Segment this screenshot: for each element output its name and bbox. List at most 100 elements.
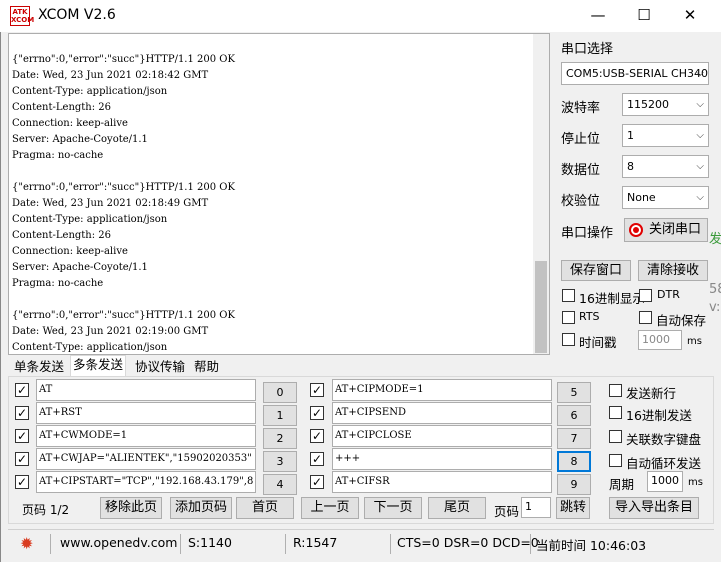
chevron-down-icon: ⌵	[696, 192, 704, 203]
receive-line: {"errno":0,"error":"succ"}HTTP/1.1 200 O…	[12, 310, 235, 321]
receive-line: Connection: keep-alive	[12, 118, 128, 129]
command-checkbox[interactable]: ✓	[310, 383, 324, 397]
command-checkbox[interactable]: ✓	[310, 475, 324, 489]
chevron-down-icon: ⌵	[696, 99, 704, 110]
databits-select[interactable]: 8 ⌵	[622, 155, 709, 178]
command-checkbox[interactable]: ✓	[310, 429, 324, 443]
last-page-button[interactable]: 尾页	[428, 497, 486, 519]
receive-line: {"errno":0,"error":"succ"}HTTP/1.1 200 O…	[12, 182, 235, 193]
command-input[interactable]: AT	[36, 379, 256, 401]
website-link[interactable]: www.openedv.com	[60, 535, 177, 550]
send-command-button[interactable]: 2	[263, 428, 297, 449]
first-page-button[interactable]: 首页	[236, 497, 294, 519]
chevron-down-icon: ⌵	[696, 130, 704, 141]
hex-display-label: 16进制显示	[579, 291, 645, 306]
receive-line: Date: Wed, 23 Jun 2021 02:18:49 GMT	[12, 198, 209, 209]
send-command-button[interactable]: 1	[263, 405, 297, 426]
command-input[interactable]: AT+CIPMODE=1	[332, 379, 552, 401]
tab-single-send[interactable]: 单条发送	[12, 358, 66, 377]
remove-page-button[interactable]: 移除此页	[100, 497, 162, 519]
signal-status: CTS=0 DSR=0 DCD=0	[397, 535, 539, 550]
command-checkbox[interactable]: ✓	[15, 406, 29, 420]
close-port-button[interactable]: 关闭串口	[624, 218, 708, 242]
receive-line: Connection: keep-alive	[12, 246, 128, 257]
received-count: R:1547	[293, 535, 338, 550]
command-checkbox[interactable]: ✓	[310, 452, 324, 466]
prev-page-button[interactable]: 上一页	[301, 497, 359, 519]
send-command-button[interactable]: 5	[557, 382, 591, 403]
command-input[interactable]: AT+CIFSR	[332, 471, 552, 493]
receive-line: Pragma: no-cache	[12, 278, 104, 289]
baud-select[interactable]: 115200 ⌵	[622, 93, 709, 116]
command-input[interactable]: AT+CWJAP="ALIENTEK","15902020353"	[36, 448, 256, 470]
command-input[interactable]: AT+CIPCLOSE	[332, 425, 552, 447]
auto-loop-label: 自动循环发送	[626, 456, 702, 471]
gear-icon[interactable]: ✹	[20, 536, 36, 552]
port-select[interactable]: COM5:USB-SERIAL CH340 ⌵	[561, 62, 709, 85]
goto-page-input[interactable]: 1	[521, 497, 551, 518]
receive-area[interactable]: {"errno":0,"error":"succ"}HTTP/1.1 200 O…	[8, 33, 550, 355]
hex-send-label: 16进制发送	[626, 408, 692, 423]
send-command-button[interactable]: 4	[263, 474, 297, 495]
period-unit: ms	[688, 477, 703, 488]
rts-checkbox[interactable]	[562, 311, 575, 324]
auto-save-checkbox[interactable]	[639, 311, 652, 324]
stopbits-label: 停止位	[561, 132, 601, 147]
send-command-button[interactable]: 8	[557, 451, 591, 472]
send-command-button[interactable]: 0	[263, 382, 297, 403]
title-bar: ATK XCOM XCOM V2.6 — ☐ ✕	[0, 0, 721, 32]
minimize-button[interactable]: —	[575, 0, 621, 32]
add-page-button[interactable]: 添加页码	[170, 497, 232, 519]
stopbits-select[interactable]: 1 ⌵	[622, 124, 709, 147]
receive-line: {"errno":0,"error":"succ"}HTTP/1.1 200 O…	[12, 54, 235, 65]
next-page-button[interactable]: 下一页	[364, 497, 422, 519]
timestamp-checkbox[interactable]	[562, 333, 575, 346]
parity-select[interactable]: None ⌵	[622, 186, 709, 209]
receive-line: Content-Type: application/json	[12, 342, 168, 353]
receive-line	[12, 164, 235, 180]
auto-save-label: 自动保存	[656, 313, 707, 328]
command-input[interactable]: AT+RST	[36, 402, 256, 424]
receive-scrollbar[interactable]	[533, 34, 549, 354]
command-checkbox[interactable]: ✓	[310, 406, 324, 420]
tab-protocol[interactable]: 协议传输	[133, 358, 187, 377]
dtr-checkbox[interactable]	[639, 289, 652, 302]
import-export-button[interactable]: 导入导出条目	[609, 497, 699, 519]
command-input[interactable]: +++	[332, 448, 552, 470]
save-window-button[interactable]: 保存窗口	[561, 260, 631, 281]
send-newline-checkbox[interactable]	[609, 384, 622, 397]
maximize-button[interactable]: ☐	[621, 0, 667, 32]
tab-help[interactable]: 帮助	[192, 358, 221, 377]
send-command-button[interactable]: 9	[557, 474, 591, 495]
send-command-button[interactable]: 3	[263, 451, 297, 472]
command-input[interactable]: AT+CIPSEND	[332, 402, 552, 424]
command-checkbox[interactable]: ✓	[15, 475, 29, 489]
command-input[interactable]: AT+CWMODE=1	[36, 425, 256, 447]
baud-label: 波特率	[561, 101, 601, 116]
command-input[interactable]: AT+CIPSTART="TCP","192.168.43.179",8	[36, 471, 256, 493]
command-checkbox[interactable]: ✓	[15, 429, 29, 443]
status-bar: ✹ www.openedv.com S:1140 R:1547 CTS=0 DS…	[8, 529, 714, 556]
clear-receive-button[interactable]: 清除接收	[638, 260, 708, 281]
receive-scrollbar-thumb[interactable]	[535, 261, 547, 353]
tab-multi-send[interactable]: 多条发送	[70, 355, 127, 377]
close-button[interactable]: ✕	[667, 0, 713, 32]
send-command-button[interactable]: 6	[557, 405, 591, 426]
period-input[interactable]: 1000	[647, 471, 683, 492]
auto-loop-checkbox[interactable]	[609, 454, 622, 467]
link-keypad-checkbox[interactable]	[609, 430, 622, 443]
timestamp-input[interactable]: 1000	[638, 330, 682, 350]
receive-line: Content-Length: 26	[12, 102, 112, 113]
hex-display-checkbox[interactable]	[562, 289, 575, 302]
app-logo-icon: ATK XCOM	[10, 6, 35, 26]
command-checkbox[interactable]: ✓	[15, 383, 29, 397]
send-newline-label: 发送新行	[626, 386, 677, 401]
send-command-button[interactable]: 7	[557, 428, 591, 449]
jump-button[interactable]: 跳转	[556, 497, 590, 519]
goto-page-label: 页码	[494, 504, 520, 519]
command-checkbox[interactable]: ✓	[15, 452, 29, 466]
page-indicator: 页码 1/2	[22, 503, 70, 517]
receive-line: Date: Wed, 23 Jun 2021 02:19:00 GMT	[12, 326, 209, 337]
hex-send-checkbox[interactable]	[609, 406, 622, 419]
port-op-label: 串口操作	[561, 226, 614, 241]
